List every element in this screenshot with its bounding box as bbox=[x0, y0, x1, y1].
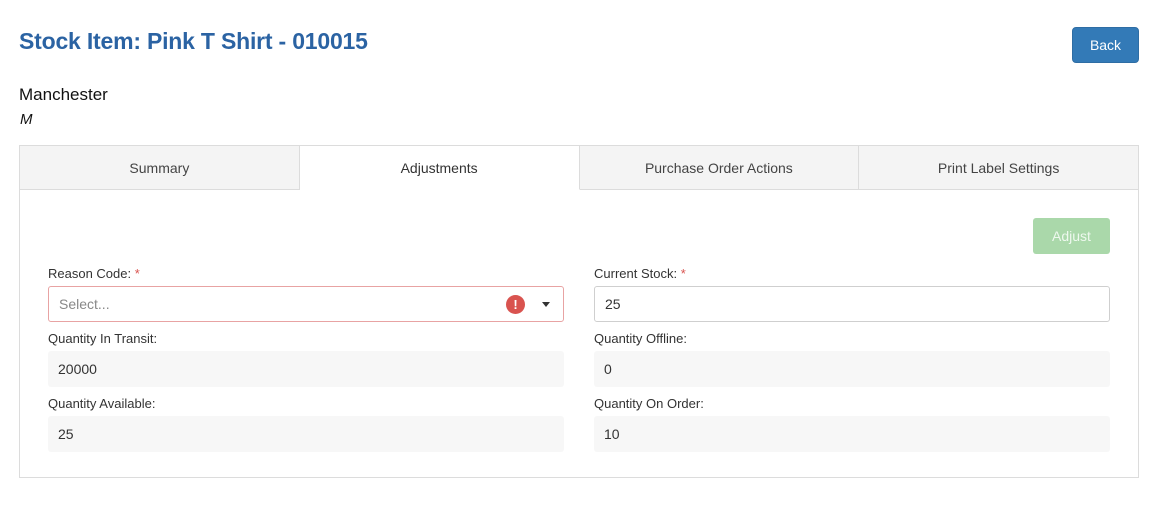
page-title: Stock Item: Pink T Shirt - 010015 bbox=[19, 28, 368, 54]
quantity-in-transit-value: 20000 bbox=[48, 351, 564, 387]
quantity-available-value: 25 bbox=[48, 416, 564, 452]
quantity-on-order-label: Quantity On Order: bbox=[594, 396, 704, 411]
tab-summary[interactable]: Summary bbox=[20, 146, 300, 190]
required-marker: * bbox=[680, 266, 686, 281]
tab-purchase-order-actions[interactable]: Purchase Order Actions bbox=[579, 146, 860, 190]
location-text: Manchester bbox=[19, 85, 108, 104]
adjust-button[interactable]: Adjust bbox=[1033, 218, 1110, 254]
quantity-offline-label: Quantity Offline: bbox=[594, 331, 687, 346]
quantity-on-order-value: 10 bbox=[594, 416, 1110, 452]
current-stock-label: Current Stock: * bbox=[594, 266, 686, 281]
current-stock-input[interactable]: 25 bbox=[594, 286, 1110, 322]
current-stock-field: Current Stock: * 25 bbox=[594, 266, 1110, 322]
quantity-available-label: Quantity Available: bbox=[48, 396, 156, 411]
reason-code-placeholder: Select... bbox=[59, 296, 110, 312]
stock-item-panel: Summary Adjustments Purchase Order Actio… bbox=[19, 145, 1139, 478]
quantity-in-transit-label: Quantity In Transit: bbox=[48, 331, 158, 346]
reason-code-field: Reason Code: * Select... ! bbox=[48, 266, 564, 322]
tab-bar: Summary Adjustments Purchase Order Actio… bbox=[20, 146, 1138, 190]
quantity-available-field: Quantity Available: 25 bbox=[48, 396, 564, 452]
back-button[interactable]: Back bbox=[1072, 27, 1139, 63]
reason-code-label: Reason Code: * bbox=[48, 266, 140, 281]
quantity-offline-value: 0 bbox=[594, 351, 1110, 387]
tab-adjustments[interactable]: Adjustments bbox=[299, 146, 580, 190]
size-text: M bbox=[20, 111, 33, 128]
quantity-on-order-field: Quantity On Order: 10 bbox=[594, 396, 1110, 452]
required-marker: * bbox=[134, 266, 140, 281]
quantity-in-transit-field: Quantity In Transit: 20000 bbox=[48, 331, 564, 387]
reason-code-select[interactable]: Select... ! bbox=[48, 286, 564, 322]
tab-print-label-settings[interactable]: Print Label Settings bbox=[859, 146, 1138, 190]
caret-down-icon[interactable] bbox=[542, 302, 550, 307]
quantity-offline-field: Quantity Offline: 0 bbox=[594, 331, 1110, 387]
exclamation-circle-icon: ! bbox=[506, 295, 525, 314]
